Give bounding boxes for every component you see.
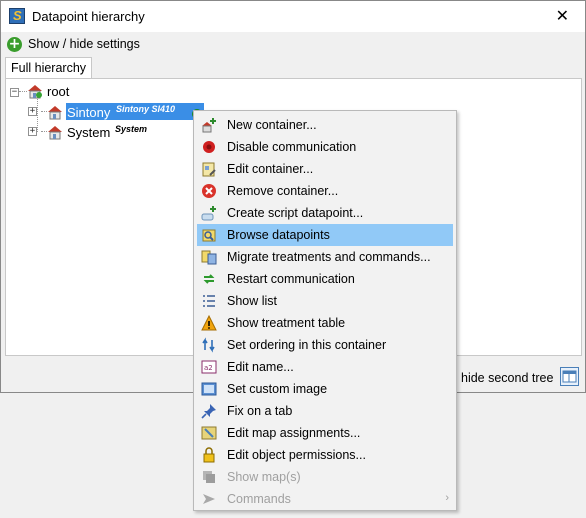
menu-item-edit-object-permissions[interactable]: Edit object permissions... — [197, 444, 453, 466]
tree-node-root[interactable]: root — [47, 84, 69, 99]
menu-label: Edit object permissions... — [227, 448, 366, 462]
expand-toggle[interactable]: + — [28, 127, 37, 136]
menu-label: Edit container... — [227, 162, 314, 176]
tree-node-system[interactable]: System — [67, 125, 110, 140]
menu-item-set-ordering[interactable]: Set ordering in this container — [197, 334, 453, 356]
script-datapoint-icon — [201, 206, 216, 221]
menu-label: Disable communication — [227, 140, 357, 154]
app-logo-icon — [9, 8, 25, 24]
menu-item-show-treatment-table[interactable]: Show treatment table — [197, 312, 453, 334]
menu-label: Set ordering in this container — [227, 338, 387, 352]
edit-container-icon — [202, 162, 216, 177]
browse-datapoints-icon — [202, 229, 216, 242]
remove-icon — [202, 184, 216, 198]
menu-item-new-container[interactable]: New container... — [197, 114, 453, 136]
menu-label: Migrate treatments and commands... — [227, 250, 431, 264]
menu-item-remove-container[interactable]: Remove container... — [197, 180, 453, 202]
add-circle-icon: + — [7, 36, 22, 52]
list-icon — [203, 295, 215, 307]
warning-icon — [201, 315, 217, 331]
svg-text:a2: a2 — [204, 364, 213, 372]
pin-icon — [201, 404, 216, 419]
menu-label: Fix on a tab — [227, 404, 293, 418]
tab-label: Full hierarchy — [11, 61, 87, 75]
menu-label: Remove container... — [227, 184, 339, 198]
image-icon — [201, 382, 217, 396]
menu-item-fix-on-tab[interactable]: Fix on a tab — [197, 400, 453, 422]
commands-icon — [203, 494, 215, 504]
map-icon — [201, 426, 217, 440]
disable-communication-icon — [203, 141, 215, 153]
second-tree-toggle-button[interactable] — [560, 367, 579, 386]
split-view-icon — [562, 370, 577, 383]
sort-icon — [202, 337, 215, 353]
migrate-icon — [201, 250, 217, 265]
context-menu: New container... Disable communication E… — [193, 110, 457, 511]
hide-second-tree-label: hide second tree — [461, 371, 554, 385]
show-maps-icon — [203, 471, 215, 483]
menu-item-disable-communication[interactable]: Disable communication — [197, 136, 453, 158]
new-container-icon — [202, 118, 216, 133]
menu-item-edit-map-assignments[interactable]: Edit map assignments... — [197, 422, 453, 444]
root-container-icon — [28, 85, 42, 99]
expand-toggle[interactable]: + — [28, 107, 37, 116]
settings-label: Show / hide settings — [28, 37, 140, 51]
tree-node-sintony-tag: Sintony SI410 — [116, 104, 176, 114]
close-button[interactable]: ✕ — [556, 6, 569, 26]
menu-item-browse-datapoints[interactable]: Browse datapoints — [197, 224, 453, 246]
menu-label: Show list — [227, 294, 278, 308]
menu-label: Show map(s) — [227, 470, 301, 484]
rename-icon: a2 — [201, 360, 217, 374]
menu-label: Edit name... — [227, 360, 294, 374]
menu-item-commands[interactable]: Commands › — [197, 488, 453, 510]
menu-item-edit-container[interactable]: Edit container... — [197, 158, 453, 180]
menu-label: Show treatment table — [227, 316, 346, 330]
submenu-arrow-icon: › — [445, 492, 449, 504]
menu-label: Browse datapoints — [227, 228, 330, 242]
window-title: Datapoint hierarchy — [32, 9, 145, 24]
container-icon — [48, 106, 62, 120]
menu-item-restart-communication[interactable]: Restart communication — [197, 268, 453, 290]
tree-node-sintony-label: Sintony — [67, 105, 111, 120]
tree-node-system-tag: System — [115, 124, 148, 134]
container-icon — [48, 126, 62, 140]
menu-item-show-list[interactable]: Show list — [197, 290, 453, 312]
menu-label: Set custom image — [227, 382, 328, 396]
tree-connector — [19, 91, 27, 92]
menu-label: Edit map assignments... — [227, 426, 361, 440]
menu-item-create-script-datapoint[interactable]: Create script datapoint... — [197, 202, 453, 224]
lock-icon — [203, 447, 215, 463]
collapse-toggle[interactable]: − — [10, 88, 19, 97]
menu-label: Create script datapoint... — [227, 206, 364, 220]
tab-full-hierarchy[interactable]: Full hierarchy — [5, 57, 92, 78]
title-bar: Datapoint hierarchy ✕ — [1, 1, 585, 32]
menu-label: Restart communication — [227, 272, 355, 286]
menu-item-set-custom-image[interactable]: Set custom image — [197, 378, 453, 400]
menu-item-migrate-treatments[interactable]: Migrate treatments and commands... — [197, 246, 453, 268]
menu-label: Commands — [227, 492, 291, 506]
tree-connector — [37, 95, 38, 132]
menu-item-show-maps[interactable]: Show map(s) — [197, 466, 453, 488]
menu-label: New container... — [227, 118, 317, 132]
menu-item-edit-name[interactable]: a2 Edit name... — [197, 356, 453, 378]
restart-icon — [203, 274, 215, 284]
